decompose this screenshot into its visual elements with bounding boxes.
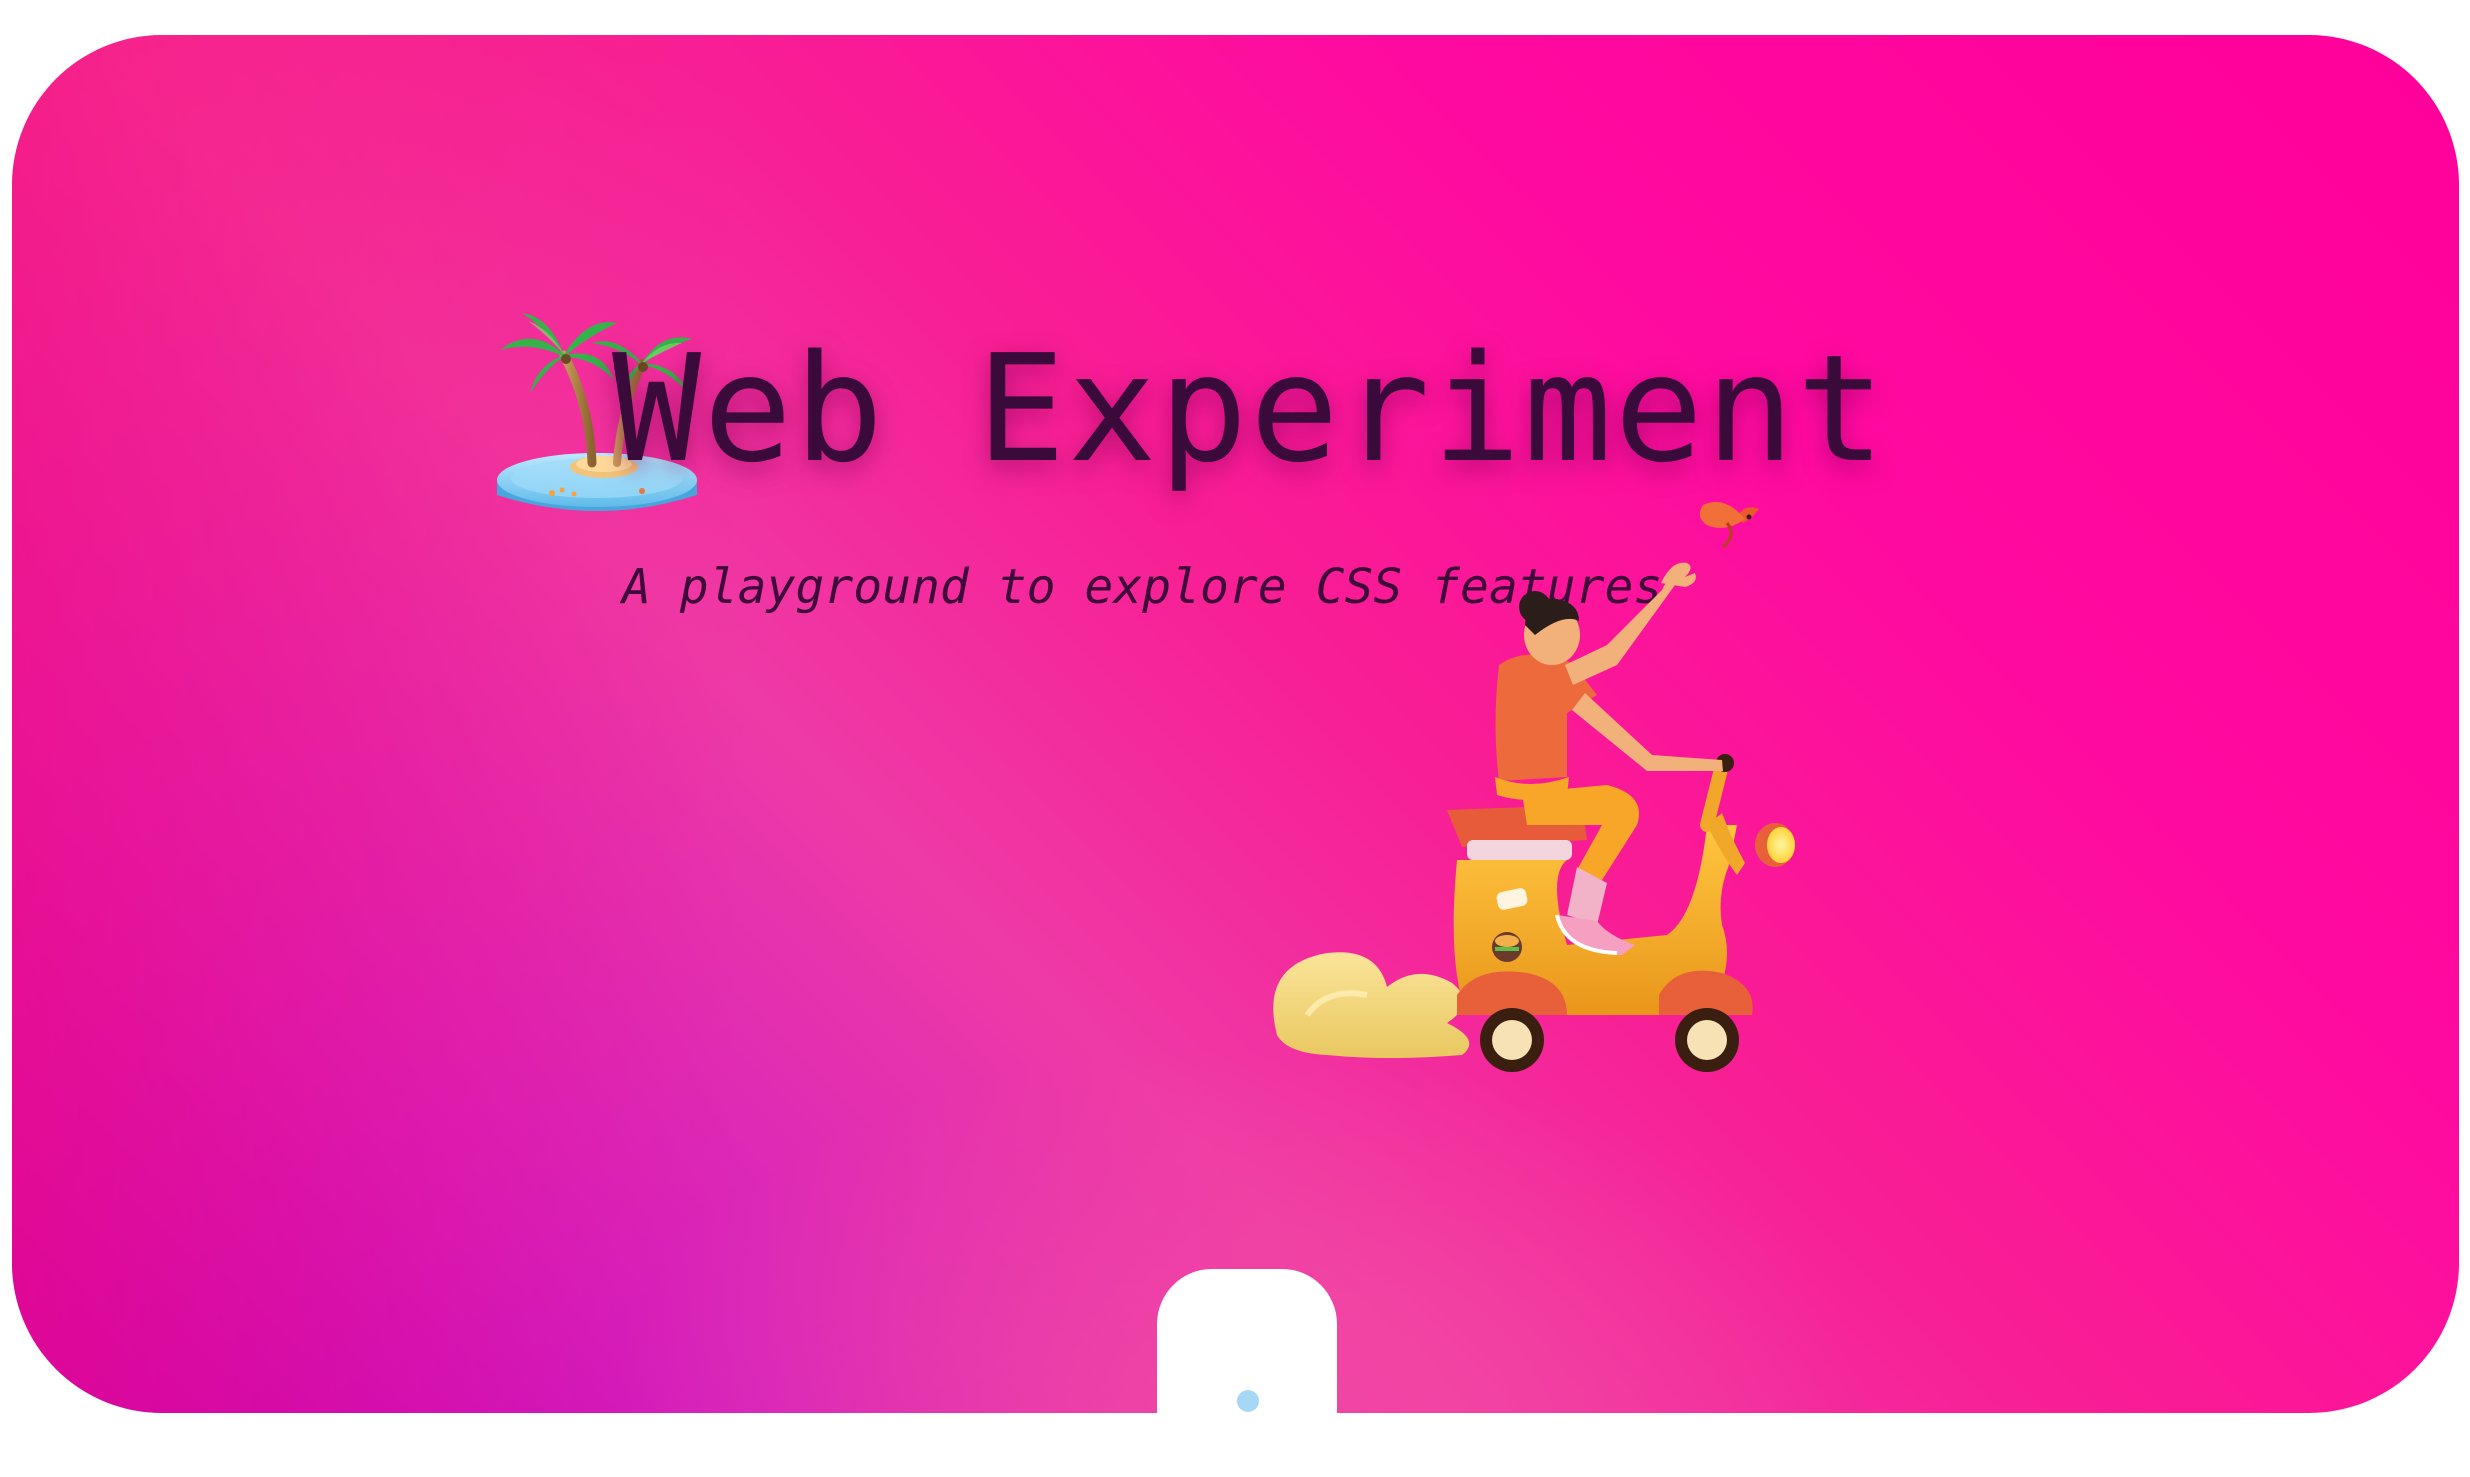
page-title: Web Experiment <box>612 323 1888 495</box>
bird-icon <box>1699 502 1759 549</box>
scroll-indicator-dot[interactable] <box>1237 1390 1259 1412</box>
hero-banner: Web Experiment A playground to explore C… <box>12 35 2459 1413</box>
scooter-rider-illustration <box>1273 502 1795 1072</box>
page: Web Experiment A playground to explore C… <box>0 0 2470 1477</box>
scroll-indicator-notch <box>1157 1269 1337 1413</box>
